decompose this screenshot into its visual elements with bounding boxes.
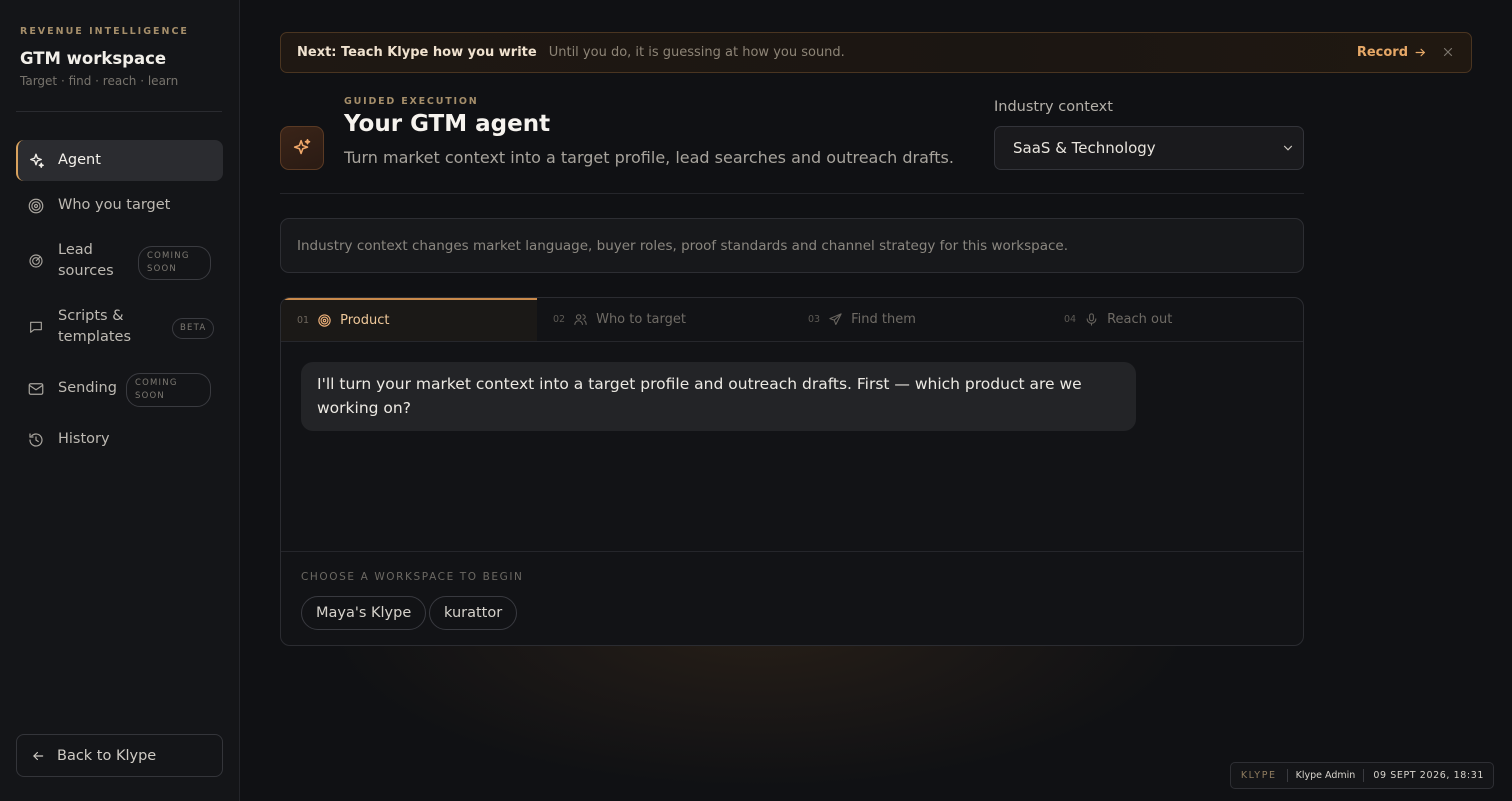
mic-icon [1084, 312, 1099, 327]
chevron-down-icon [1281, 141, 1295, 155]
sidebar-item-history[interactable]: History [16, 419, 223, 460]
agent-sparkle-icon [280, 126, 324, 170]
coming-soon-badge: COMING SOON [138, 246, 211, 280]
sidebar-item-label: Agent [58, 152, 101, 168]
industry-selected-value: SaaS & Technology [1013, 139, 1156, 157]
workspace-title: GTM workspace [20, 49, 167, 68]
choose-workspace-label: CHOOSE A WORKSPACE TO BEGIN [301, 571, 524, 583]
send-icon [828, 312, 843, 327]
tab-label: Reach out [1107, 312, 1173, 327]
tab-who-to-target[interactable]: 02 Who to target [537, 298, 793, 341]
agent-panel: 01 Product 02 Who to target 03 Find them [280, 297, 1304, 646]
step-number: 02 [553, 314, 566, 325]
sidebar-item-label: History [58, 431, 110, 447]
sidebar-item-label: Sending [58, 380, 117, 396]
workspace-chip-kurattor[interactable]: kurattor [429, 596, 518, 630]
status-footer: KLYPE Klype Admin 09 SEPT 2026, 18:31 [1229, 762, 1494, 789]
chat-bubble-icon [26, 317, 46, 337]
workspace-chip-mayas-klype[interactable]: Maya's Klype [301, 596, 427, 630]
record-link[interactable]: Record [1357, 45, 1427, 60]
step-number: 01 [297, 315, 310, 326]
radar-icon [26, 251, 46, 271]
tab-find-them[interactable]: 03 Find them [792, 298, 1048, 341]
target-icon [26, 196, 46, 216]
arrow-right-icon [1415, 48, 1426, 57]
sidebar-item-agent[interactable]: Agent [16, 140, 223, 181]
footer-timestamp: 09 SEPT 2026, 18:31 [1373, 770, 1484, 781]
panel-divider [281, 551, 1303, 552]
section-kicker: GUIDED EXECUTION [344, 96, 479, 107]
header-divider [280, 193, 1304, 194]
note-text: Industry context changes market language… [297, 237, 1069, 254]
beta-badge: BETA [172, 318, 215, 339]
sidebar-divider [16, 111, 222, 112]
banner-title: Next: Teach Klype how you write [297, 45, 537, 60]
close-icon[interactable] [1441, 45, 1455, 59]
brand-kicker: REVENUE INTELLIGENCE [20, 26, 189, 37]
banner-text: Until you do, it is guessing at how you … [548, 45, 845, 60]
sidebar: REVENUE INTELLIGENCE GTM workspace Targe… [0, 0, 240, 801]
step-tabs: 01 Product 02 Who to target 03 Find them [281, 298, 1303, 342]
page-title: Your GTM agent [344, 111, 551, 137]
target-icon [317, 313, 332, 328]
footer-brand: KLYPE [1240, 770, 1277, 781]
step-number: 03 [808, 314, 821, 325]
footer-user: Klype Admin [1295, 770, 1356, 781]
history-icon [26, 430, 46, 450]
main-content: Next: Teach Klype how you write Until yo… [240, 0, 1512, 801]
sidebar-item-who-you-target[interactable]: Who you target [16, 185, 223, 226]
users-icon [573, 312, 588, 327]
voice-setup-banner: Next: Teach Klype how you write Until yo… [280, 32, 1472, 73]
back-to-klype-button[interactable]: Back to Klype [16, 734, 223, 777]
tab-label: Who to target [596, 312, 686, 327]
workspace-subtitle: Target · find · reach · learn [20, 74, 179, 88]
sidebar-item-label: Who you target [58, 197, 171, 213]
industry-context-select[interactable]: SaaS & Technology [994, 126, 1304, 170]
industry-context-note: Industry context changes market language… [280, 218, 1304, 273]
agent-message: I'll turn your market context into a tar… [301, 362, 1136, 431]
record-label: Record [1356, 45, 1408, 60]
sidebar-item-label: Scripts & templates [58, 308, 132, 345]
back-label: Back to Klype [57, 747, 157, 764]
page-description: Turn market context into a target profil… [344, 148, 954, 167]
arrow-left-icon [31, 749, 45, 763]
industry-context-label: Industry context [994, 99, 1113, 115]
tab-label: Find them [851, 312, 916, 327]
tab-reach-out[interactable]: 04 Reach out [1048, 298, 1303, 341]
sparkle-icon [26, 151, 46, 171]
sidebar-item-label: Lead sources [58, 242, 114, 279]
step-number: 04 [1064, 314, 1077, 325]
tab-label: Product [340, 313, 390, 328]
tab-product[interactable]: 01 Product [281, 298, 537, 341]
mail-icon [26, 379, 46, 399]
coming-soon-badge: COMING SOON [126, 373, 211, 407]
